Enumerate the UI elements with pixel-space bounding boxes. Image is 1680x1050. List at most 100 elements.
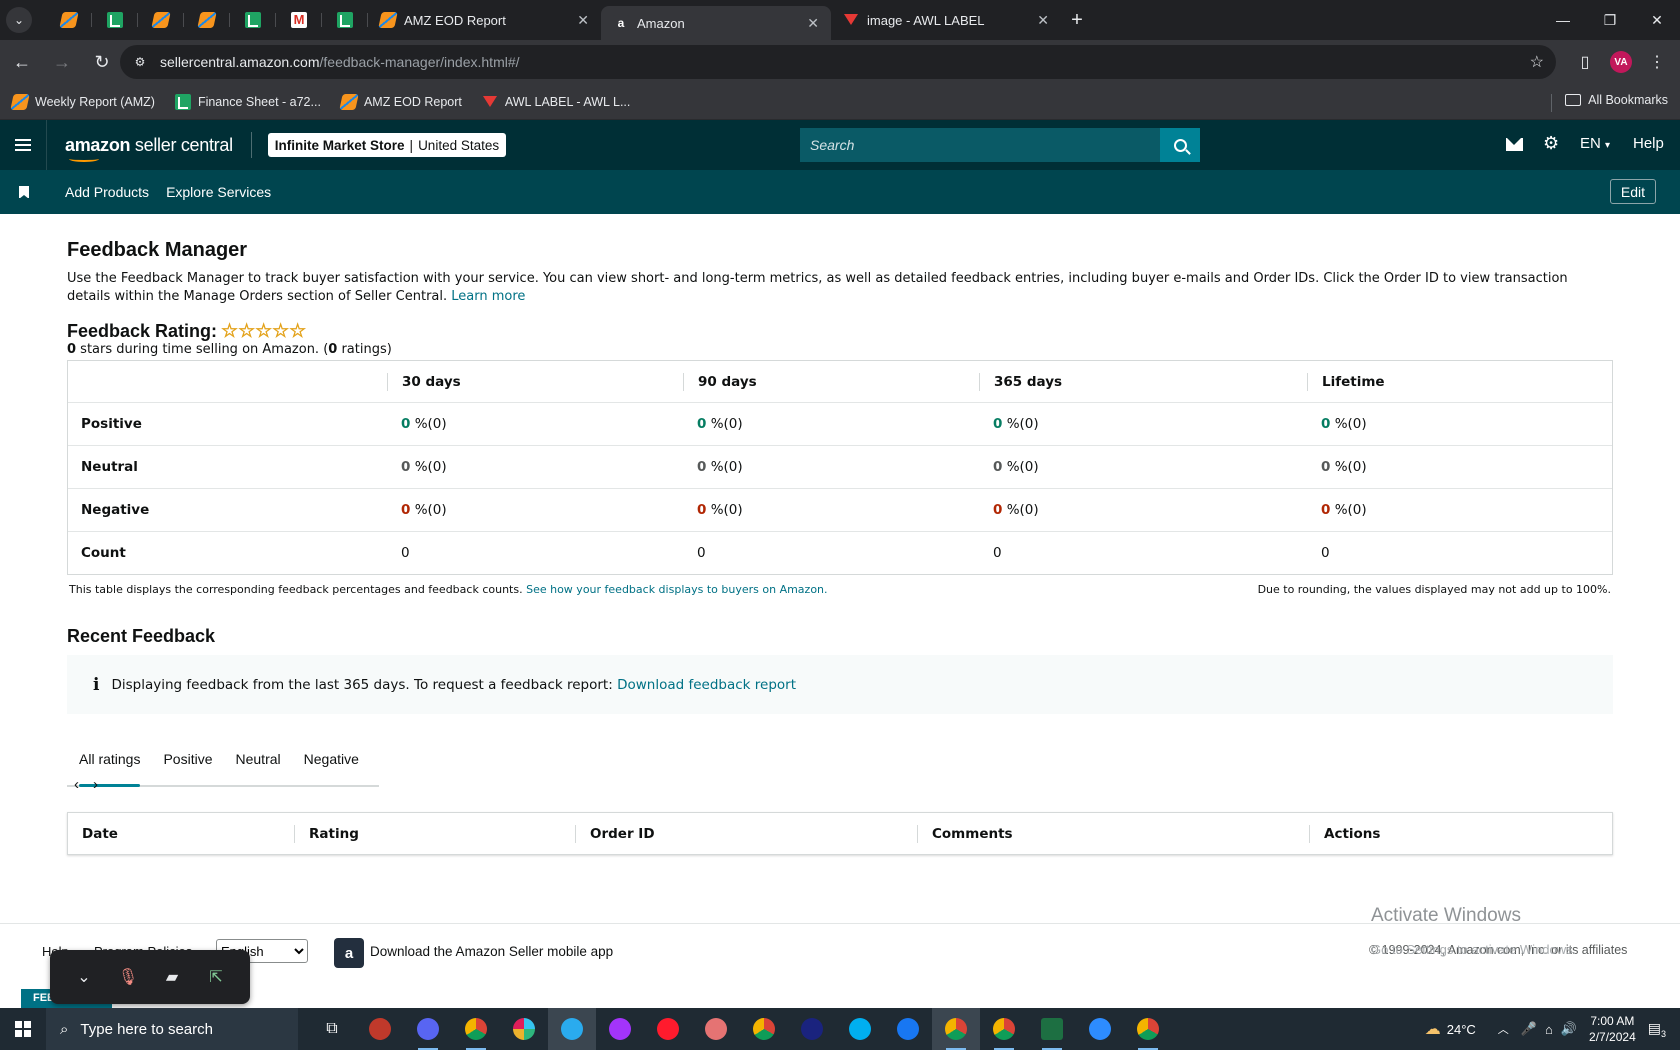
bookmark-item[interactable]: AMZ EOD Report <box>339 94 462 110</box>
close-icon[interactable]: ✕ <box>1037 12 1049 29</box>
pinned-tab[interactable] <box>322 0 368 40</box>
app-icon[interactable] <box>356 1008 404 1050</box>
pinned-tab[interactable] <box>230 0 276 40</box>
pinned-tab[interactable] <box>138 0 184 40</box>
subnav-explore-services[interactable]: Explore Services <box>166 184 271 200</box>
seller-search <box>800 128 1200 162</box>
chrome-icon[interactable] <box>1124 1008 1172 1050</box>
bookmark-item[interactable]: AWL LABEL - AWL L... <box>482 94 630 110</box>
forward-arrow-icon[interactable]: → <box>44 45 80 81</box>
language-selector[interactable]: EN ▾ <box>1580 135 1610 152</box>
chevron-up-icon[interactable]: ︿ <box>1498 1021 1509 1037</box>
bookmark-icon[interactable] <box>19 186 29 199</box>
camera-icon[interactable]: ▰ <box>160 965 184 989</box>
buyer-display-link[interactable]: See how your feedback displays to buyers… <box>526 583 827 596</box>
task-view-icon[interactable]: ⧉ <box>308 1008 356 1050</box>
bookmark-star-icon[interactable]: ☆ <box>1530 52 1544 72</box>
browser-tab[interactable]: image - AWL LABEL ✕ <box>831 0 1061 40</box>
back-arrow-icon[interactable]: ← <box>4 45 40 81</box>
chrome-icon[interactable] <box>740 1008 788 1050</box>
address-bar[interactable]: ⚙ sellercentral.amazon.com/feedback-mana… <box>120 45 1556 79</box>
microphone-icon[interactable]: 🎤 <box>1521 1021 1537 1037</box>
restore-icon[interactable]: ❐ <box>1587 0 1633 40</box>
metric-cell: 0 %(0) <box>683 459 979 475</box>
tab-search-chevron-icon[interactable]: ⌄ <box>6 7 32 33</box>
chevron-down-icon[interactable]: ⌄ <box>72 965 96 989</box>
close-window-icon[interactable]: ✕ <box>1634 0 1680 40</box>
reload-icon[interactable]: ↻ <box>84 45 120 81</box>
volume-icon[interactable]: 🔊 <box>1561 1021 1577 1037</box>
intro-text: Use the Feedback Manager to track buyer … <box>67 270 1613 306</box>
download-feedback-report-link[interactable]: Download feedback report <box>617 677 796 693</box>
seller-central-logo[interactable]: amazon seller central <box>65 135 233 162</box>
metric-pct: %(0) <box>706 502 743 518</box>
chrome-icon[interactable] <box>932 1008 980 1050</box>
pinned-tab[interactable]: M <box>276 0 322 40</box>
metric-cell: 0 %(0) <box>979 502 1307 518</box>
network-icon[interactable]: ⌂ <box>1545 1022 1553 1037</box>
seller-app-icon[interactable]: a <box>334 938 364 968</box>
bookmark-item[interactable]: Finance Sheet - a72... <box>174 94 321 110</box>
kebab-menu-icon[interactable]: ⋮ <box>1643 48 1671 76</box>
weather-temp[interactable]: 24°C <box>1447 1022 1476 1037</box>
discord-icon[interactable] <box>404 1008 452 1050</box>
column-header[interactable]: Rating <box>294 824 575 843</box>
excel-icon[interactable] <box>1028 1008 1076 1050</box>
bookmark-item[interactable]: Weekly Report (AMZ) <box>10 94 155 110</box>
rating-stars-count: 0 <box>67 342 77 357</box>
mic-off-icon[interactable]: 🎙 <box>116 965 140 989</box>
facebook-icon[interactable] <box>884 1008 932 1050</box>
share-screen-icon[interactable]: ⇱ <box>204 965 228 989</box>
chrome-icon[interactable] <box>452 1008 500 1050</box>
close-icon[interactable]: ✕ <box>577 12 589 29</box>
tab-neutral[interactable]: Neutral <box>224 741 292 785</box>
telegram-icon[interactable] <box>548 1008 596 1050</box>
messenger-icon[interactable] <box>596 1008 644 1050</box>
metric-pct: %(0) <box>410 502 447 518</box>
site-settings-icon[interactable]: ⚙ <box>132 54 148 70</box>
side-panel-icon[interactable]: ▯ <box>1571 48 1599 76</box>
column-header[interactable]: Date <box>68 825 294 843</box>
taskbar-search[interactable]: ⌕ Type here to search <box>46 1008 298 1050</box>
skype-icon[interactable] <box>836 1008 884 1050</box>
download-app-link[interactable]: Download the Amazon Seller mobile app <box>370 944 613 959</box>
app-icon[interactable] <box>692 1008 740 1050</box>
seller-search-input[interactable] <box>800 128 1160 162</box>
mail-icon[interactable] <box>1506 138 1523 151</box>
start-button[interactable] <box>0 1008 46 1050</box>
new-tab-plus-icon[interactable]: + <box>1061 9 1093 32</box>
taskbar-clock[interactable]: 7:00 AM 2/7/2024 <box>1589 1013 1636 1045</box>
subnav-add-products[interactable]: Add Products <box>65 184 149 200</box>
chrome-icon[interactable] <box>980 1008 1028 1050</box>
tab-negative[interactable]: Negative <box>292 741 370 785</box>
notification-icon[interactable]: ▤3 <box>1648 1020 1666 1039</box>
close-icon[interactable]: ✕ <box>807 15 819 32</box>
minimize-icon[interactable]: — <box>1540 0 1586 40</box>
clock-app-icon[interactable] <box>788 1008 836 1050</box>
zoom-icon[interactable] <box>1076 1008 1124 1050</box>
chevron-right-icon[interactable]: › <box>93 776 98 793</box>
browser-tab-active[interactable]: a Amazon ✕ <box>601 6 831 40</box>
pinned-tab[interactable] <box>184 0 230 40</box>
all-bookmarks-button[interactable]: All Bookmarks <box>1565 93 1668 107</box>
edit-button[interactable]: Edit <box>1609 179 1656 204</box>
search-button[interactable] <box>1160 128 1200 162</box>
tab-title: Amazon <box>637 15 685 31</box>
pinned-tab[interactable] <box>92 0 138 40</box>
learn-more-link[interactable]: Learn more <box>451 289 525 304</box>
column-header[interactable]: Order ID <box>575 824 917 843</box>
browser-tab[interactable]: AMZ EOD Report ✕ <box>368 0 601 40</box>
opera-icon[interactable] <box>644 1008 692 1050</box>
gear-icon[interactable]: ⚙ <box>1543 133 1559 154</box>
slack-icon[interactable] <box>500 1008 548 1050</box>
profile-avatar[interactable]: VA <box>1610 51 1632 73</box>
bolt-icon <box>151 12 171 28</box>
weather-icon[interactable]: ☁ <box>1425 1019 1441 1039</box>
tab-positive[interactable]: Positive <box>151 741 223 785</box>
store-switcher[interactable]: Infinite Market Store | United States <box>267 133 507 157</box>
chevron-left-icon[interactable]: ‹ <box>74 776 79 793</box>
pinned-tab[interactable] <box>46 0 92 40</box>
help-link[interactable]: Help <box>1633 135 1664 152</box>
hamburger-menu-icon[interactable] <box>0 120 47 170</box>
url-text[interactable]: sellercentral.amazon.com/feedback-manage… <box>160 54 520 70</box>
